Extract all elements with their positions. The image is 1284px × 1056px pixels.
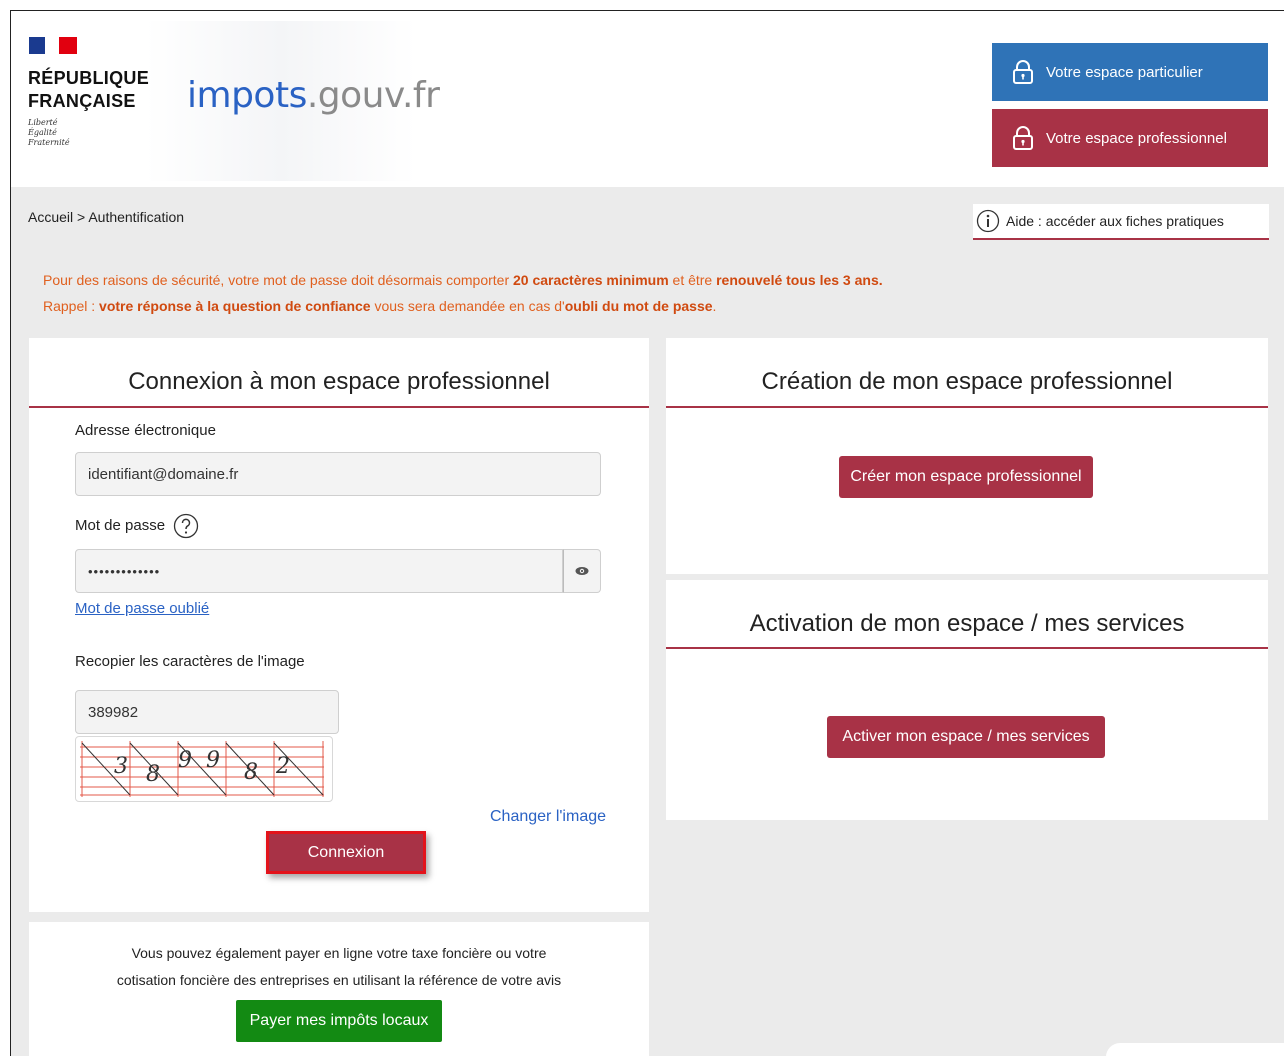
french-flag-logo: [29, 37, 77, 54]
activation-panel: Activation de mon espace / mes services …: [666, 580, 1268, 820]
show-password-button[interactable]: [563, 549, 601, 593]
breadcrumb[interactable]: Accueil > Authentification: [28, 209, 184, 225]
espace-particulier-label: Votre espace particulier: [1046, 63, 1203, 81]
page-frame: RÉPUBLIQUE FRANÇAISE Liberté Égalité Fra…: [10, 10, 1284, 1056]
forgot-password-link[interactable]: Mot de passe oublié: [75, 600, 209, 617]
captcha-char: 9: [178, 748, 192, 773]
help-icon[interactable]: [173, 513, 199, 539]
espace-particulier-button[interactable]: Votre espace particulier: [992, 43, 1268, 101]
captcha-char: 2: [275, 754, 290, 779]
pay-description: Vous pouvez également payer en ligne vot…: [116, 945, 562, 988]
captcha-label: Recopier les caractères de l'image: [75, 653, 305, 670]
panel-divider: [666, 406, 1268, 408]
lock-icon: [1013, 60, 1033, 84]
captcha-char: 9: [206, 748, 220, 773]
password-field[interactable]: •••••••••••••: [75, 549, 563, 593]
aide-fiches-pratiques-link[interactable]: Aide : accéder aux fiches pratiques: [973, 204, 1269, 240]
change-captcha-link[interactable]: Changer l'image: [490, 808, 606, 826]
security-notice: Pour des raisons de sécurité, votre mot …: [43, 272, 883, 314]
creation-panel-title: Création de mon espace professionnel: [761, 368, 1173, 395]
activation-panel-title: Activation de mon espace / mes services: [749, 610, 1185, 637]
site-logo[interactable]: impots.gouv.fr: [187, 75, 440, 116]
captcha-input[interactable]: 389982: [75, 690, 339, 734]
bottom-corner-widget: [1106, 1043, 1284, 1056]
login-panel-title: Connexion à mon espace professionnel: [128, 368, 550, 395]
republic-name-line1: RÉPUBLIQUE: [28, 68, 150, 88]
republic-name-line2: FRANÇAISE: [28, 91, 136, 111]
pay-taxes-button[interactable]: Payer mes impôts locaux: [236, 1000, 442, 1042]
espace-professionnel-label: Votre espace professionnel: [1046, 129, 1227, 147]
republic-motto: Liberté Égalité Fraternité: [28, 118, 70, 147]
email-label: Adresse électronique: [75, 422, 216, 439]
create-espace-button[interactable]: Créer mon espace professionnel: [839, 456, 1093, 498]
espace-professionnel-button[interactable]: Votre espace professionnel: [992, 109, 1268, 167]
creation-panel: Création de mon espace professionnel Cré…: [666, 338, 1268, 574]
captcha-char: 3: [114, 754, 128, 779]
captcha-char: 8: [244, 760, 258, 785]
captcha-char: 8: [146, 762, 160, 787]
login-panel: Connexion à mon espace professionnel Adr…: [29, 338, 649, 912]
panel-divider: [666, 647, 1268, 649]
panel-divider: [29, 406, 649, 408]
activate-espace-button[interactable]: Activer mon espace / mes services: [827, 716, 1105, 758]
connexion-button[interactable]: Connexion: [266, 831, 426, 874]
email-field[interactable]: identifiant@domaine.fr: [75, 452, 601, 496]
aide-label: Aide : accéder aux fiches pratiques: [1006, 213, 1224, 229]
eye-icon: [575, 567, 589, 575]
lock-icon: [1013, 126, 1033, 150]
captcha-graphic: 3 8 9 9 8 2: [80, 741, 324, 797]
site-header: RÉPUBLIQUE FRANÇAISE Liberté Égalité Fra…: [11, 11, 1284, 187]
password-label: Mot de passe: [75, 517, 166, 534]
captcha-image: 3 8 9 9 8 2: [75, 736, 333, 802]
info-icon: [976, 209, 1000, 233]
pay-panel: Vous pouvez également payer en ligne vot…: [29, 922, 649, 1056]
